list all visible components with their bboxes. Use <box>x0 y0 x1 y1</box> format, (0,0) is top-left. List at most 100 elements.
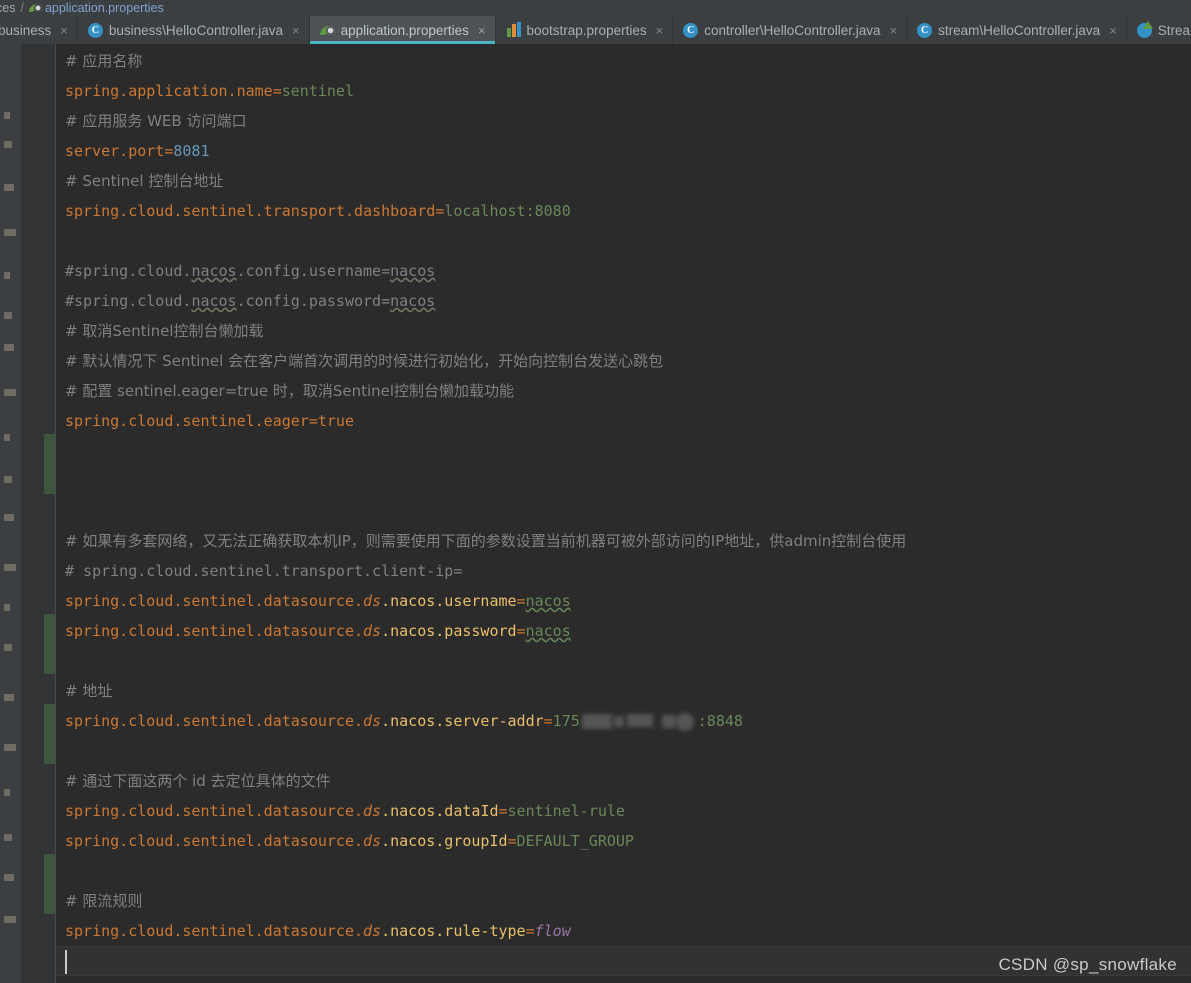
editor-tab-6[interactable]: StreamApplica <box>1127 16 1191 44</box>
vcs-change-marker[interactable] <box>44 614 55 674</box>
breadcrumb-prefix[interactable]: ces <box>0 1 15 15</box>
close-icon[interactable]: × <box>60 24 68 37</box>
code-line-blank[interactable] <box>56 496 1191 526</box>
property-key-prefix: spring.cloud.sentinel.datasource. <box>65 832 364 850</box>
property-key: server.port <box>65 142 165 160</box>
vcs-change-marker[interactable] <box>44 434 55 494</box>
datasource-name: ds <box>363 832 382 850</box>
project-tree-row[interactable] <box>4 604 10 611</box>
editor-tab-5[interactable]: Cstream\HelloController.java × <box>907 16 1127 44</box>
code-line-comment[interactable]: #spring.cloud.nacos.config.username=naco… <box>56 256 1191 286</box>
code-line-comment[interactable]: # 应用服务 WEB 访问端口 <box>56 106 1191 136</box>
properties-icon <box>506 23 521 38</box>
close-icon[interactable]: × <box>478 24 486 37</box>
code-line-comment[interactable]: # Sentinel 控制台地址 <box>56 166 1191 196</box>
code-line-blank[interactable] <box>56 226 1191 256</box>
project-tree-row[interactable] <box>4 564 16 571</box>
close-icon[interactable]: × <box>890 24 898 37</box>
breadcrumb[interactable]: ces / application.properties <box>0 0 1191 16</box>
code-line-comment[interactable]: # 默认情况下 Sentinel 会在客户端首次调用的时候进行初始化，开始向控制… <box>56 346 1191 376</box>
code-line-comment[interactable]: # 应用名称 <box>56 46 1191 76</box>
code-line-property[interactable]: spring.cloud.sentinel.datasource.ds.naco… <box>56 586 1191 616</box>
code-content[interactable]: # 应用名称 spring.application.name=sentinel # … <box>56 44 1191 983</box>
project-tree-row[interactable] <box>4 434 10 441</box>
property-key-suffix: .nacos.dataId <box>381 802 499 820</box>
code-line-property[interactable]: spring.cloud.sentinel.eager=true <box>56 406 1191 436</box>
code-line-property[interactable]: spring.cloud.sentinel.datasource.ds.naco… <box>56 916 1191 946</box>
project-tree-row[interactable] <box>4 476 12 483</box>
code-line-property-redacted[interactable]: spring.cloud.sentinel.datasource.ds.naco… <box>56 706 1191 736</box>
editor-tab-3[interactable]: bootstrap.properties × <box>496 16 674 44</box>
datasource-name: ds <box>363 592 382 610</box>
project-tree-row[interactable] <box>4 644 12 651</box>
project-tree-row[interactable] <box>4 694 14 701</box>
project-tree-row[interactable] <box>4 834 12 841</box>
close-icon[interactable]: × <box>292 24 300 37</box>
close-icon[interactable]: × <box>1109 24 1117 37</box>
property-key-suffix: .nacos.groupId <box>381 832 508 850</box>
code-line-property[interactable]: spring.cloud.sentinel.datasource.ds.naco… <box>56 796 1191 826</box>
close-icon[interactable]: × <box>656 24 664 37</box>
project-tree-row[interactable] <box>4 344 14 351</box>
code-line-property[interactable]: spring.cloud.sentinel.datasource.ds.naco… <box>56 616 1191 646</box>
editor-tab-label: business <box>0 22 52 38</box>
code-line-property[interactable]: spring.application.name=sentinel <box>56 76 1191 106</box>
project-tree-row[interactable] <box>4 272 10 279</box>
equals-sign: = <box>525 922 535 940</box>
project-tree-row[interactable] <box>4 229 16 236</box>
editor-tab-4[interactable]: Ccontroller\HelloController.java × <box>673 16 908 44</box>
breadcrumb-separator: / <box>20 1 24 15</box>
code-line-blank[interactable] <box>56 646 1191 676</box>
code-line-property[interactable]: spring.cloud.sentinel.transport.dashboar… <box>56 196 1191 226</box>
property-key-prefix: spring.cloud.sentinel.datasource. <box>65 712 364 730</box>
code-line-comment[interactable]: # 配置 sentinel.eager=true 时，取消Sentinel控制台… <box>56 376 1191 406</box>
project-tree-row[interactable] <box>4 312 12 319</box>
editor-tab-2[interactable]: application.properties × <box>309 16 496 44</box>
spring-boot-app-icon <box>1136 20 1153 38</box>
project-tree-row[interactable] <box>4 744 16 751</box>
property-key-suffix: .nacos.username <box>381 592 517 610</box>
code-line-blank[interactable] <box>56 436 1191 466</box>
editor-tab-0[interactable]: business × <box>0 16 78 44</box>
code-line-comment[interactable]: # spring.cloud.sentinel.transport.client… <box>56 556 1191 586</box>
code-line-comment[interactable]: # 限流规则 <box>56 886 1191 916</box>
project-tree-row[interactable] <box>4 874 14 881</box>
project-panel-clipped[interactable] <box>0 44 21 983</box>
code-line-blank[interactable] <box>56 736 1191 766</box>
code-line-property[interactable]: server.port=8081 <box>56 136 1191 166</box>
code-line-blank[interactable] <box>56 856 1191 886</box>
project-tree-row[interactable] <box>4 789 10 796</box>
editor-tab-label: bootstrap.properties <box>526 22 647 38</box>
project-tree-row[interactable] <box>4 389 16 396</box>
code-comment: # 取消Sentinel控制台懒加载 <box>65 322 264 340</box>
code-comment: # 应用名称 <box>65 52 143 70</box>
code-line-blank[interactable] <box>56 466 1191 496</box>
project-tree-row[interactable] <box>4 141 12 148</box>
project-tree-row[interactable] <box>4 184 14 191</box>
code-line-comment[interactable]: # 取消Sentinel控制台懒加载 <box>56 316 1191 346</box>
editor-tab-1[interactable]: Cbusiness\HelloController.java × <box>78 16 310 44</box>
code-line-comment[interactable]: # 通过下面这两个 id 去定位具体的文件 <box>56 766 1191 796</box>
code-line-comment[interactable]: # 如果有多套网络，又无法正确获取本机IP，则需要使用下面的参数设置当前机器可被… <box>56 526 1191 556</box>
equals-sign: = <box>516 592 526 610</box>
editor-tab-bar[interactable]: business × Cbusiness\HelloController.java ×… <box>0 16 1191 44</box>
property-value: sentinel-rule <box>507 802 625 820</box>
editor-gutter[interactable] <box>21 44 56 983</box>
project-tree-row[interactable] <box>4 916 16 923</box>
code-line-comment[interactable]: # 地址 <box>56 676 1191 706</box>
text-caret <box>65 950 67 974</box>
vcs-change-marker[interactable] <box>44 704 55 764</box>
java-class-icon: C <box>917 22 933 38</box>
datasource-name: ds <box>363 802 382 820</box>
code-line-property[interactable]: spring.cloud.sentinel.datasource.ds.naco… <box>56 826 1191 856</box>
breadcrumb-file[interactable]: application.properties <box>45 1 164 15</box>
code-line-comment[interactable]: #spring.cloud.nacos.config.password=naco… <box>56 286 1191 316</box>
editor-area: # 应用名称 spring.application.name=sentinel # … <box>0 44 1191 983</box>
project-tree-row[interactable] <box>4 514 14 521</box>
editor-tab-label: business\HelloController.java <box>108 22 283 38</box>
spring-leaf-icon <box>28 2 42 14</box>
vcs-change-marker[interactable] <box>44 854 55 914</box>
redaction-blur <box>580 713 698 731</box>
project-tree-row[interactable] <box>4 112 10 119</box>
code-comment: # 默认情况下 Sentinel 会在客户端首次调用的时候进行初始化，开始向控制… <box>65 352 664 370</box>
